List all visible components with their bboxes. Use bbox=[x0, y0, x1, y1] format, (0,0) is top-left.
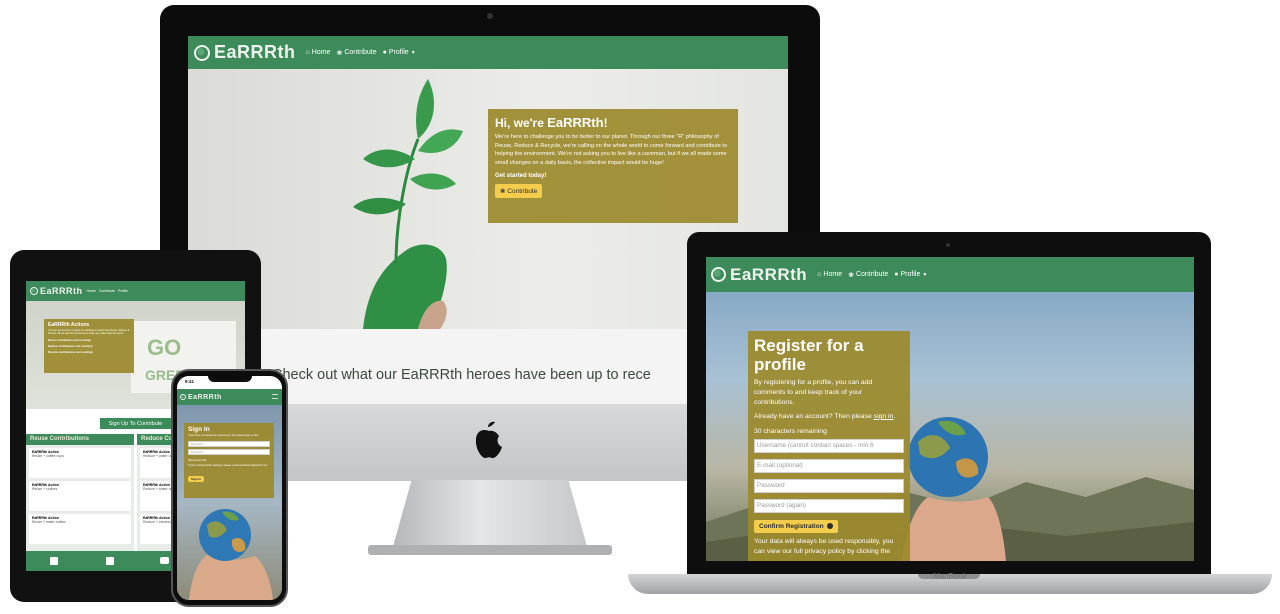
nav-contribute-link[interactable]: ❀ Contribute bbox=[848, 271, 888, 279]
nav-profile-dropdown[interactable]: Profile bbox=[118, 289, 128, 293]
plant-in-hand-image bbox=[353, 79, 463, 329]
leaf-icon: ❀ bbox=[336, 49, 343, 57]
caret-down-icon: ▼ bbox=[922, 271, 928, 278]
register-title: Register for a profile bbox=[754, 336, 864, 374]
imac-camera bbox=[487, 13, 493, 19]
sign-in-card: Sign In If you have not created an accou… bbox=[184, 423, 274, 498]
phone-time: 9:41 bbox=[185, 379, 195, 384]
reuse-column: EaRRRth Action Reuse + coffee cups EaRRR… bbox=[26, 445, 134, 551]
nav-profile-dropdown[interactable]: ● Profile ▼ bbox=[383, 49, 416, 56]
home-icon: ⌂ bbox=[817, 271, 822, 278]
confirm-registration-button[interactable]: Confirm Registration bbox=[754, 519, 839, 533]
navbar: EaRRRth Home Contribute Profile bbox=[26, 281, 245, 301]
password-field[interactable]: Password bbox=[754, 478, 904, 493]
signin-prompt: Already have an account? Then please sig… bbox=[754, 412, 896, 420]
phone-screen: 9:41 EaRRRth Sign In If you have not cre… bbox=[177, 376, 282, 600]
nav-contribute-link[interactable]: ❀ Contribute bbox=[336, 49, 376, 57]
privacy-note: Your data will always be used responsibl… bbox=[754, 537, 894, 555]
user-icon: ● bbox=[894, 271, 899, 278]
nav-home-link[interactable]: ⌂ Home bbox=[306, 49, 331, 56]
nav-profile-dropdown[interactable]: ● Profile ▼ bbox=[894, 271, 927, 278]
password-confirm-field[interactable]: Password (again) bbox=[754, 498, 904, 513]
sign-in-link[interactable]: sign in bbox=[874, 413, 894, 420]
globe-icon bbox=[194, 44, 210, 61]
imac-foot bbox=[368, 545, 612, 555]
contribution-card[interactable]: EaRRRth Action Reuse + coffee cups bbox=[29, 448, 131, 478]
youtube-icon[interactable] bbox=[160, 557, 169, 564]
register-card: Register for a profile By registering fo… bbox=[748, 331, 910, 561]
apple-logo-icon bbox=[475, 421, 502, 459]
actions-item: Reduce contributions and counting! bbox=[48, 344, 93, 348]
contribution-card[interactable]: EaRRRth Action Reuse + water bottles bbox=[29, 514, 131, 544]
device-mockup-stage: EaRRRth ⌂ Home ❀ Contribute ● Profile ▼ bbox=[0, 0, 1280, 614]
brand-logo[interactable]: EaRRRth bbox=[711, 265, 807, 285]
brand-logo[interactable]: EaRRRth bbox=[194, 42, 296, 63]
globe-icon bbox=[30, 287, 38, 295]
globe-icon bbox=[180, 394, 186, 400]
sign-in-subtitle: If you have not created an account yet, … bbox=[188, 434, 259, 437]
nav-contribute-link[interactable]: Contribute bbox=[99, 289, 115, 293]
hamburger-icon[interactable] bbox=[272, 394, 278, 399]
sign-in-note: If you're having trouble signing in, ple… bbox=[188, 463, 268, 467]
nav-home-link[interactable]: Home bbox=[87, 289, 96, 293]
actions-title: EaRRRth Actions bbox=[48, 322, 90, 328]
phone-notch bbox=[208, 374, 252, 382]
chars-remaining: 30 characters remaining bbox=[754, 427, 827, 435]
contribute-button[interactable]: ❀ Contribute bbox=[495, 183, 543, 198]
username-field[interactable]: Username bbox=[188, 440, 270, 447]
nav-home-link[interactable]: ⌂ Home bbox=[817, 271, 842, 278]
sign-in-button[interactable]: Sign In bbox=[188, 475, 204, 482]
email-field[interactable]: E-mail (optional) bbox=[754, 458, 904, 473]
username-field[interactable]: Username (cannot contain spaces - min 6 bbox=[754, 438, 904, 453]
hero-title: Hi, we're EaRRRth! bbox=[495, 115, 608, 130]
leaf-icon: ❀ bbox=[848, 271, 854, 279]
laptop-screen: EaRRRth ⌂ Home ❀ Contribute ● Profile ▼ bbox=[706, 257, 1194, 561]
user-icon: ● bbox=[382, 49, 387, 56]
sign-in-title: Sign In bbox=[188, 426, 210, 433]
navbar: EaRRRth ⌂ Home ❀ Contribute ● Profile ▼ bbox=[188, 36, 788, 69]
remember-me-checkbox[interactable]: Remember Me bbox=[188, 458, 270, 462]
actions-text: You can use the form or below to contrib… bbox=[48, 329, 130, 336]
hero-intro-card: Hi, we're EaRRRth! We're here to challen… bbox=[488, 109, 738, 223]
recent-heading: Check out what our EaRRRth heroes have b… bbox=[272, 367, 651, 383]
reuse-column-header: Reuse Contributions bbox=[26, 434, 134, 445]
laptop-camera bbox=[946, 243, 950, 247]
globe-in-hand-image bbox=[189, 509, 273, 600]
actions-item: Reuse contributions and counting! bbox=[48, 338, 91, 342]
contribution-card[interactable]: EaRRRth Action Reuse + clothes bbox=[29, 481, 131, 511]
twitter-icon[interactable] bbox=[106, 557, 114, 565]
brand-logo[interactable]: EaRRRth bbox=[180, 394, 222, 401]
globe-icon bbox=[711, 267, 726, 282]
home-icon: ⌂ bbox=[305, 49, 310, 56]
navbar: EaRRRth ⌂ Home ❀ Contribute ● Profile ▼ bbox=[706, 257, 1194, 292]
signup-button[interactable]: Sign Up To Contribute bbox=[100, 418, 171, 429]
caret-down-icon: ▼ bbox=[410, 49, 416, 56]
brand-logo[interactable]: EaRRRth bbox=[30, 286, 83, 296]
check-circle-icon bbox=[827, 523, 834, 530]
imac-stand bbox=[392, 480, 588, 550]
password-field[interactable]: Password bbox=[188, 448, 270, 455]
register-text: By registering for a profile, you can ad… bbox=[754, 379, 873, 407]
actions-card: EaRRRth Actions You can use the form or … bbox=[44, 319, 134, 373]
hero-text: We're here to challenge you to be better… bbox=[495, 134, 728, 166]
leaf-icon: ❀ bbox=[500, 187, 506, 195]
facebook-icon[interactable] bbox=[50, 557, 58, 565]
actions-item: Recycle contributions and counting! bbox=[48, 350, 93, 354]
laptop-brand-label: MacBook bbox=[933, 572, 967, 581]
hero-cta-text: Get started today! bbox=[495, 172, 547, 179]
navbar: EaRRRth bbox=[177, 389, 282, 405]
